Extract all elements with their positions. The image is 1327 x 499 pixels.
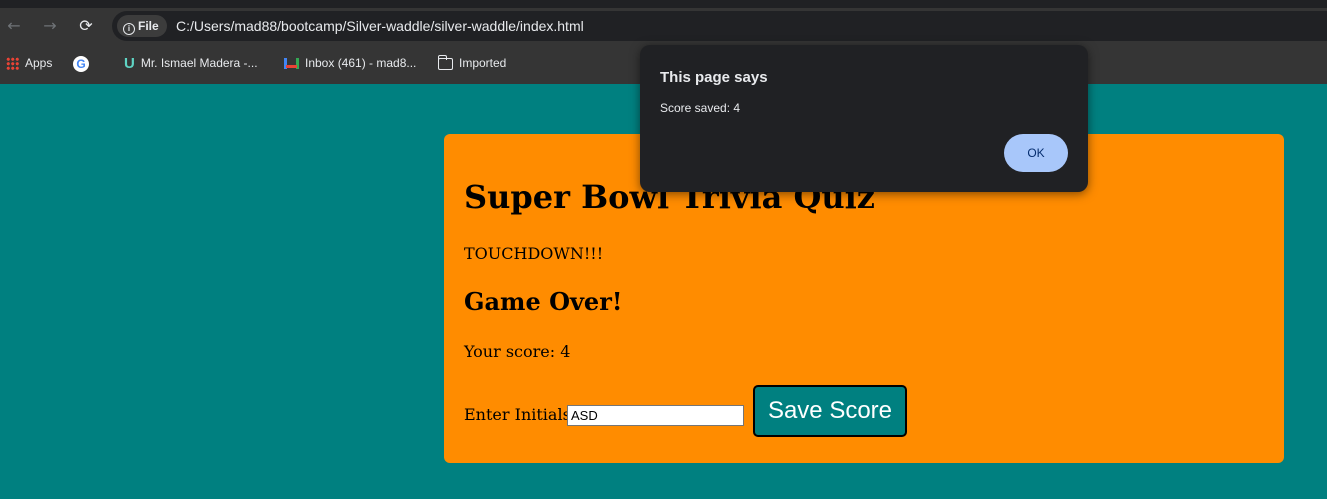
bookmark-label: Apps (25, 56, 53, 70)
alert-dialog: This page says Score saved: 4 OK (640, 45, 1088, 192)
folder-icon (437, 54, 453, 70)
google-icon: G (73, 55, 89, 72)
bookmark-label: Inbox (461) - mad8... (305, 56, 417, 70)
dialog-title: This page says (660, 69, 768, 86)
initials-label: Enter Initials: (464, 405, 577, 424)
bookmark-inbox[interactable]: Inbox (461) - mad8... (284, 50, 416, 76)
back-arrow-icon[interactable]: ← (4, 16, 24, 36)
bookmark-google[interactable]: G (73, 50, 95, 76)
dialog-ok-button[interactable]: OK (1004, 134, 1068, 172)
url-text[interactable]: C:/Users/mad88/bootcamp/Silver-waddle/si… (176, 11, 584, 41)
bookmark-label: Imported (459, 56, 507, 70)
dialog-message: Score saved: 4 (660, 101, 741, 115)
initials-input[interactable] (567, 405, 744, 426)
forward-arrow-icon[interactable]: → (40, 16, 60, 36)
save-score-button[interactable]: Save Score (753, 385, 907, 437)
save-score-form: Enter Initials: Save Score (464, 385, 1064, 437)
bookmark-apps[interactable]: Apps (6, 50, 52, 76)
site-info-chip[interactable]: i File (117, 15, 167, 37)
bookmark-label: Mr. Ismael Madera -... (140, 56, 258, 70)
site-chip-label: File (138, 19, 159, 33)
apps-grid-icon (6, 57, 19, 71)
reload-icon[interactable]: ⟳ (76, 16, 96, 36)
info-icon: i (123, 23, 135, 35)
bookmark-mr-ismael-madera[interactable]: U Mr. Ismael Madera -... (124, 50, 258, 76)
answer-feedback: TOUCHDOWN!!! (464, 244, 604, 263)
game-over-heading: Game Over! (464, 287, 623, 316)
u-logo-icon: U (124, 54, 135, 72)
bookmark-imported[interactable]: Imported (437, 50, 507, 76)
tab-strip-edge (0, 0, 1327, 8)
address-bar[interactable]: i File C:/Users/mad88/bootcamp/Silver-wad… (112, 11, 1327, 41)
gmail-icon (284, 58, 299, 70)
final-score: Your score: 4 (464, 342, 571, 361)
